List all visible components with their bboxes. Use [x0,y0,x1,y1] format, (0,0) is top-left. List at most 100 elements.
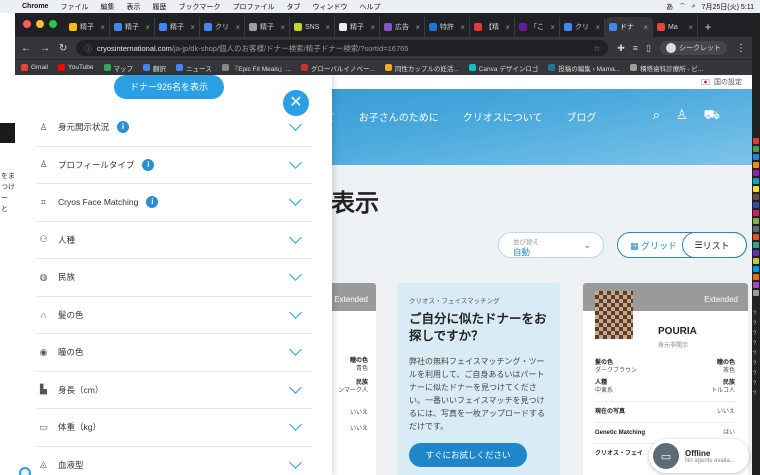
dock-app-icon[interactable] [753,234,759,240]
browser-tab[interactable]: 精子 × [65,17,110,37]
close-tab-icon[interactable]: × [595,23,600,32]
bookmark-item[interactable]: 投稿の編集 ‹ Mama... [548,63,620,73]
dock-unknown-icon[interactable]: ? [753,331,759,337]
side-panel-icon[interactable]: ▯ [646,43,651,54]
browser-tab[interactable]: SNS × [290,17,335,37]
nav-about-cryos[interactable]: クリオスについて [463,109,543,124]
filter-row[interactable]: ⚇ 人種 [35,222,312,259]
browser-tab[interactable]: 広告 × [380,17,425,37]
bookmark-item[interactable]: マップ [103,63,133,73]
filter-row[interactable]: ◍ 民族 [35,259,312,297]
dock-unknown-icon[interactable]: ? [753,341,759,347]
browser-tab[interactable]: Ma × [653,17,698,37]
info-icon[interactable]: i [146,196,159,209]
nav-blog[interactable]: ブログ [566,109,596,124]
nav-for-children[interactable]: お子さんのために [359,109,439,124]
bookmark-item[interactable]: Gmail [21,64,48,71]
menu-tab[interactable]: タブ [280,2,306,12]
browser-tab[interactable]: 精子 × [335,17,380,37]
clock[interactable]: 7月25日(火) 5:11 [702,2,754,12]
dock-app-icon[interactable] [753,178,759,184]
address-bar[interactable]: ⓘ cryosinternational.com/ja-jp/dk-shop/個… [76,40,609,56]
dock-app-icon[interactable] [753,290,759,296]
close-tab-icon[interactable]: × [190,23,195,32]
browser-tab[interactable]: ドナ × [605,17,653,37]
dock-app-icon[interactable] [753,258,759,264]
dock-app-icon[interactable] [753,266,759,272]
dock-unknown-icon[interactable]: ? [753,371,759,377]
filter-row[interactable]: ▙ 身長（cm） [35,372,312,409]
menu-chrome[interactable]: Chrome [16,3,54,10]
bookmark-item[interactable]: 翻訳 [143,63,166,73]
dock-unknown-icon[interactable]: ? [753,321,759,327]
filter-row[interactable]: ∩ 髪の色 [35,297,312,334]
dock-unknown-icon[interactable]: ? [753,361,759,367]
browser-tab[interactable]: クリ × [200,17,245,37]
dock-app-icon[interactable] [753,250,759,256]
menu-file[interactable]: ファイル [54,2,94,12]
cart-icon[interactable]: ⛟ [704,107,720,125]
country-settings-link[interactable]: 国の設定 [714,77,742,87]
browser-tab[interactable]: 精子 × [155,17,200,37]
menu-bookmarks[interactable]: ブックマーク [172,2,226,12]
chat-widget[interactable]: ▭ Offline No agents availa... [649,439,749,473]
bookmark-item[interactable]: Canva デザインロゴ [468,63,538,73]
dock-unknown-icon[interactable]: ? [753,391,759,397]
dock-app-icon[interactable] [753,226,759,232]
zoom-window-button[interactable] [49,20,57,28]
bookmark-item[interactable]: 『Epic Fit Meals』... [221,63,291,73]
menu-help[interactable]: ヘルプ [353,2,386,12]
close-tab-icon[interactable]: × [505,23,510,32]
forward-icon[interactable]: → [40,43,50,54]
site-info-icon[interactable]: ⓘ [84,43,92,54]
dock-unknown-icon[interactable]: ? [753,351,759,357]
close-tab-icon[interactable]: × [415,23,420,32]
try-now-button[interactable]: すぐにお試しください [409,443,527,467]
dock-app-icon[interactable] [753,242,759,248]
close-tab-icon[interactable]: × [370,23,375,32]
bookmark-star-icon[interactable]: ☆ [594,44,601,53]
show-donors-button[interactable]: ドナー926名を表示 [114,75,224,99]
menu-view[interactable]: 表示 [120,2,146,12]
user-icon[interactable]: ♙ [676,107,688,125]
dock-app-icon[interactable] [753,202,759,208]
info-icon[interactable]: i [142,158,155,171]
search-icon[interactable]: ⌕ [653,107,660,125]
bookmark-item[interactable]: グローバルイノベー... [300,63,375,73]
bookmark-item[interactable]: ニュース [176,63,212,73]
menu-edit[interactable]: 編集 [94,2,120,12]
filter-row[interactable]: ♙ 身元開示状況 i [35,109,312,147]
browser-tab[interactable]: 精子 × [245,17,290,37]
dock-unknown-icon[interactable]: ? [753,381,759,387]
menu-window[interactable]: ウィンドウ [306,2,353,12]
dock-app-icon[interactable] [753,170,759,176]
browser-tab[interactable]: 特許 × [425,17,470,37]
filter-row[interactable]: ◬ 血液型 [35,447,312,475]
dock-app-icon[interactable] [753,162,759,168]
more-menu-icon[interactable]: ⋮ [736,43,746,54]
browser-tab[interactable]: クリ × [560,17,605,37]
bookmark-item[interactable]: 積塔歯科診療所 - ビ... [630,63,703,73]
menu-profiles[interactable]: プロファイル [226,2,280,12]
filter-row[interactable]: ◉ 瞳の色 [35,334,312,372]
browser-tab[interactable]: 「こ × [515,17,560,37]
close-tab-icon[interactable]: × [688,23,693,32]
dock-app-icon[interactable] [753,218,759,224]
list-view-button[interactable]: ☰ リスト [681,232,747,258]
dock-app-icon[interactable] [753,194,759,200]
close-tab-icon[interactable]: × [325,23,330,32]
dock-app-icon[interactable] [753,186,759,192]
filter-row[interactable]: ▭ 体重（kg） [35,409,312,447]
close-tab-icon[interactable]: × [280,23,285,32]
sort-select[interactable]: 並び替え 自動 ⌄ [498,232,604,258]
dock-unknown-icon[interactable]: ? [753,311,759,317]
bookmark-item[interactable]: YouTube [57,64,94,71]
wifi-icon[interactable]: ⌔ [679,2,686,11]
close-tab-icon[interactable]: × [145,23,150,32]
extensions-icon[interactable]: ✚ [617,43,625,54]
help-bubble-icon[interactable] [19,467,31,475]
reload-icon[interactable]: ↻ [59,43,67,54]
reading-list-icon[interactable]: ≡ [633,43,638,54]
bookmark-item[interactable]: 同性カップルの妊活... [384,63,459,73]
browser-tab[interactable]: 精子 × [110,17,155,37]
